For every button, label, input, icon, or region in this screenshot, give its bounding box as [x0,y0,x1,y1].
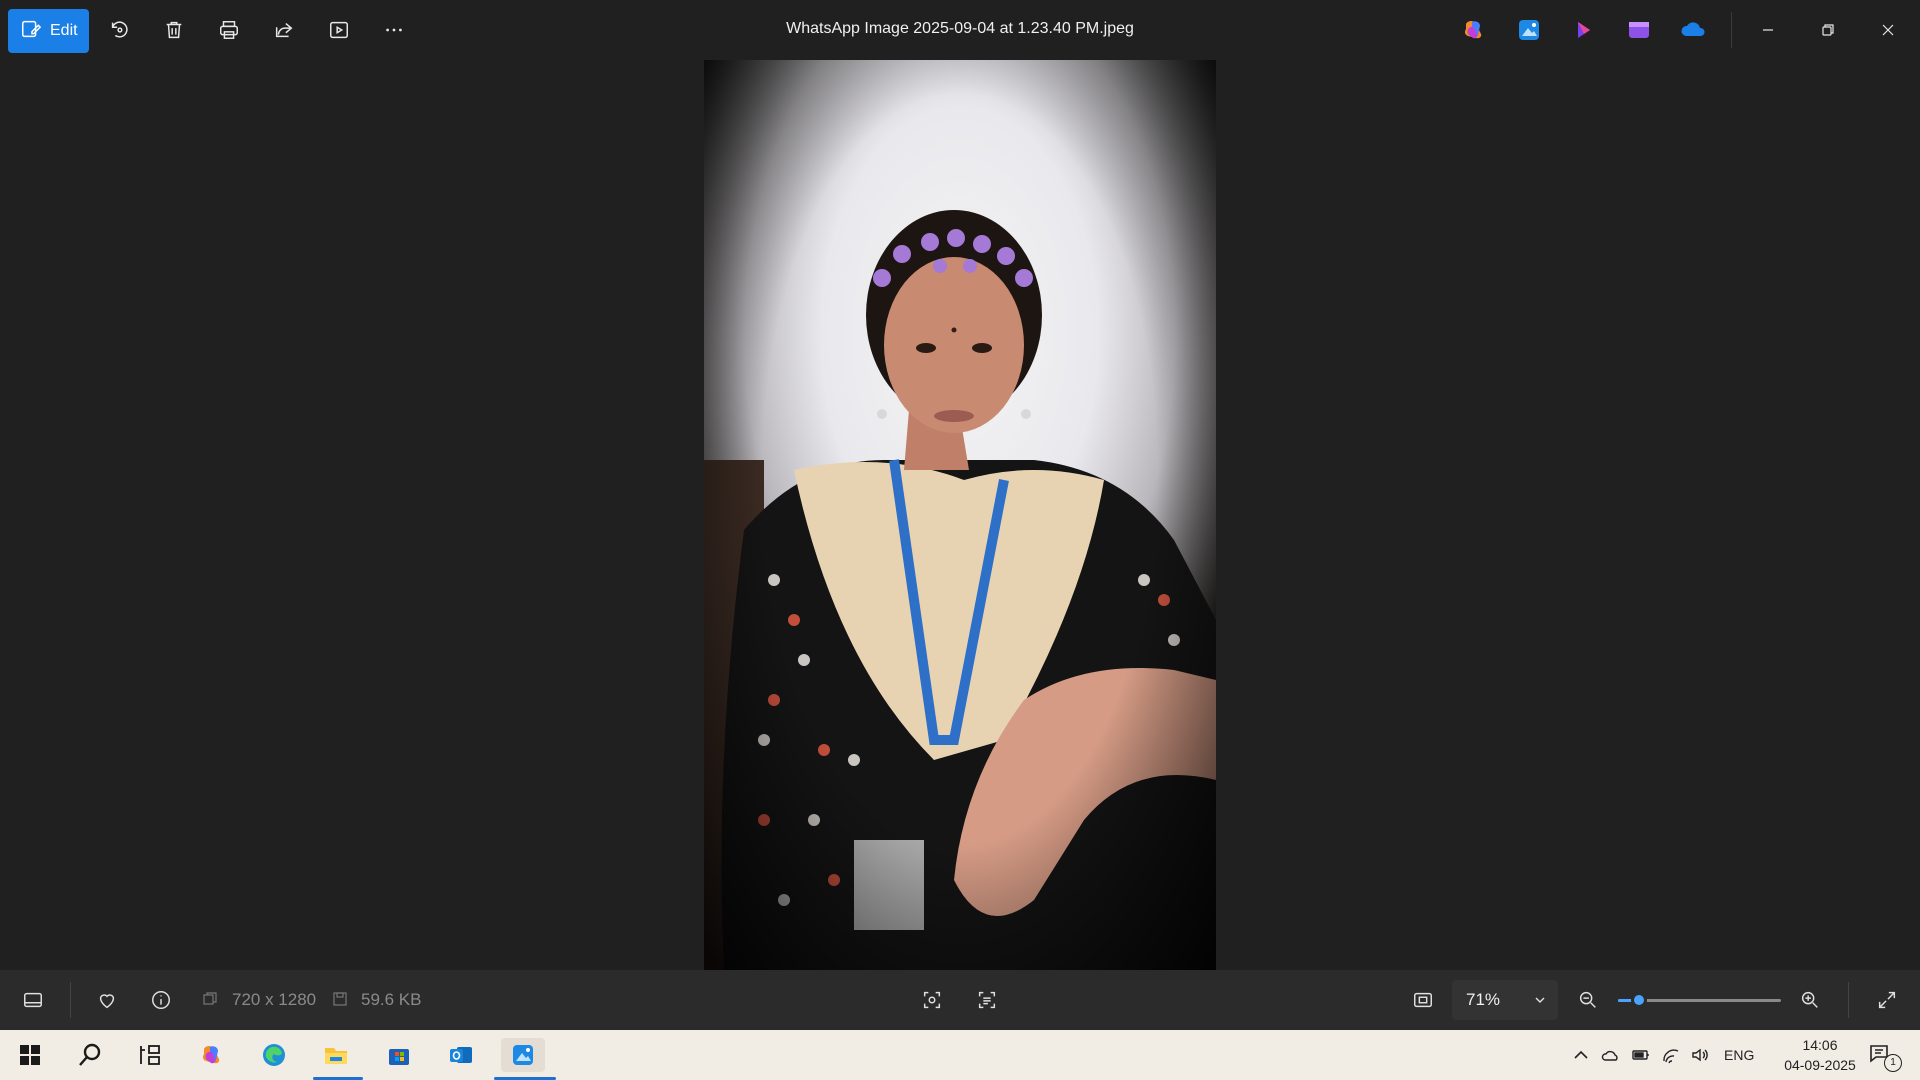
clock-date[interactable]: 04-09-2025 [1770,1057,1870,1073]
heart-icon [99,994,115,1009]
resolution-icon [203,992,217,1005]
file-explorer-icon [325,1048,347,1064]
scan-text-button[interactable] [970,984,1004,1016]
zoom-value: 71% [1466,990,1501,1009]
task-view-button[interactable] [128,1038,172,1072]
file-size-icon [333,992,347,1006]
zoom-out-icon [1579,991,1596,1008]
minimize-button[interactable] [1748,14,1788,46]
restore-icon [1822,24,1834,36]
title-bar: Edit WhatsApp Image 2025-09-04 at 1.23.4… [0,0,1920,60]
file-info-button[interactable] [144,984,178,1016]
input-language[interactable]: ENG [1724,1047,1754,1063]
close-icon [1882,24,1894,36]
taskbar-file-explorer[interactable] [314,1038,358,1072]
clock-time[interactable]: 14:06 [1790,1037,1850,1053]
start-button[interactable] [8,1038,52,1072]
zoom-out-button[interactable] [1571,984,1605,1016]
taskbar-photos[interactable] [501,1038,545,1072]
taskbar-outlook[interactable] [439,1038,483,1072]
search-icon [79,1043,101,1066]
filmstrip-icon [24,992,42,1008]
visual-search-icon [923,991,941,1009]
visual-search-button[interactable] [915,984,949,1016]
taskbar: ENG 14:06 04-09-2025 1 [0,1030,1920,1080]
restore-button[interactable] [1808,14,1848,46]
zoom-slider-thumb[interactable] [1631,992,1648,1008]
task-view-icon [140,1045,160,1065]
taskbar-copilot[interactable] [190,1038,234,1072]
photos-app-icon[interactable] [1515,16,1543,44]
video-editor-icon[interactable] [1625,16,1653,44]
photo-vignette [704,60,1216,970]
info-icon [152,991,170,1009]
taskbar-store[interactable] [377,1038,421,1072]
displayed-photo[interactable] [704,60,1216,970]
store-icon [389,1049,409,1065]
scan-text-icon [978,991,996,1009]
filmstrip-button[interactable] [16,984,50,1016]
full-screen-button[interactable] [1870,984,1904,1016]
expand-icon [1878,991,1896,1009]
volume-icon[interactable] [1690,1045,1710,1065]
zoom-dropdown[interactable]: 71% [1452,980,1558,1020]
fit-to-window-button[interactable] [1406,984,1440,1016]
copilot-icon[interactable] [1460,16,1488,44]
clipchamp-icon[interactable] [1570,16,1598,44]
minimize-icon [1763,29,1773,31]
favorite-button[interactable] [90,984,124,1016]
close-button[interactable] [1868,14,1908,46]
onedrive-icon[interactable] [1680,16,1708,44]
bottom-toolbar: 720 x 1280 59.6 KB 71% [0,970,1920,1030]
taskbar-edge[interactable] [252,1038,296,1072]
battery-icon[interactable] [1631,1045,1651,1065]
notification-badge: 1 [1884,1054,1902,1072]
notification-center-button[interactable]: 1 [1868,1042,1902,1072]
windows-logo-icon [20,1045,40,1065]
divider [1848,982,1849,1018]
zoom-slider[interactable] [1618,992,1781,1008]
search-button[interactable] [68,1038,112,1072]
fit-window-icon [1414,992,1432,1008]
zoom-in-icon [1801,991,1818,1008]
divider [1731,12,1732,48]
zoom-in-button[interactable] [1793,984,1827,1016]
wifi-icon[interactable] [1661,1045,1681,1065]
outlook-icon [450,1047,472,1063]
chevron-up-icon[interactable] [1571,1045,1591,1065]
edge-icon [263,1044,285,1066]
file-size: 59.6 KB [361,990,422,1009]
copilot-icon [202,1046,220,1064]
divider [70,982,71,1018]
onedrive-tray-icon[interactable] [1601,1045,1621,1065]
chevron-down-icon [1535,997,1545,1003]
image-dimensions: 720 x 1280 [232,990,317,1009]
photos-icon [513,1045,533,1065]
